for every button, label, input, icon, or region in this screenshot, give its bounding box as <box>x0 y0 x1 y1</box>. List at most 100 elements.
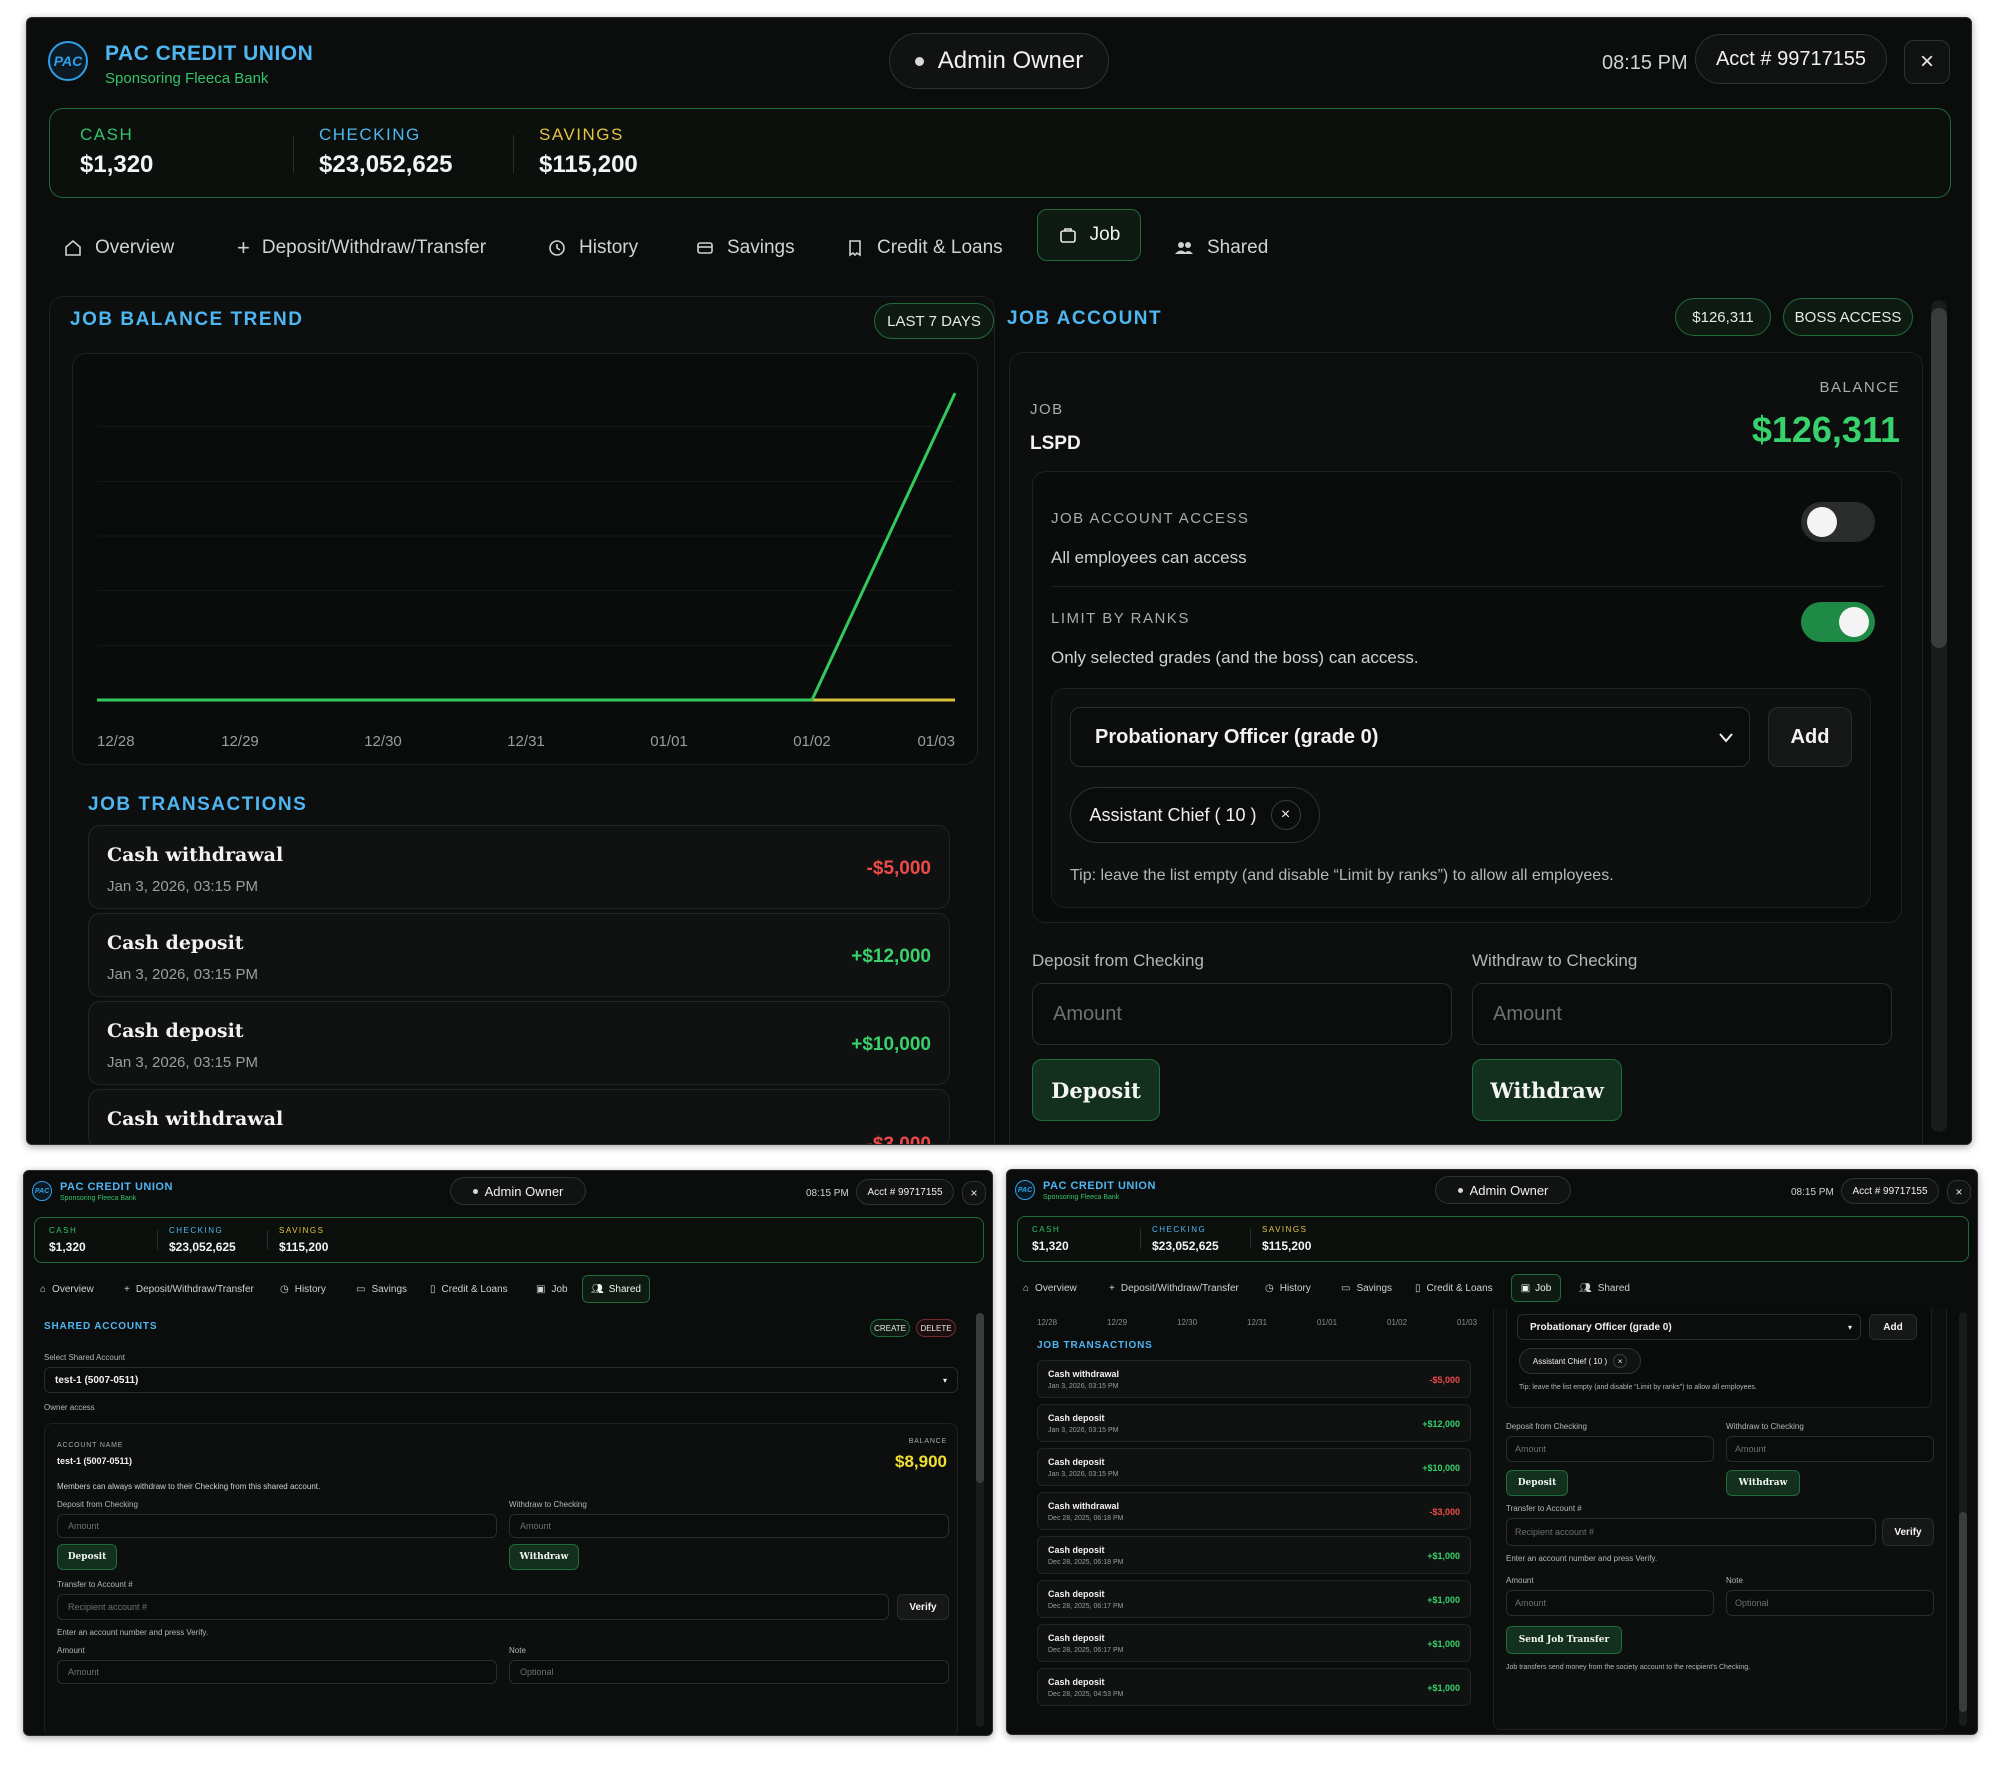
scrollbar-thumb[interactable] <box>976 1313 984 1483</box>
transaction-row[interactable]: Cash deposit Dec 28, 2025, 04:53 PM +$1,00… <box>1037 1668 1471 1706</box>
deposit-amount-input[interactable]: Amount <box>57 1514 497 1538</box>
recipient-input[interactable]: Recipient account # <box>1506 1518 1876 1546</box>
amount-input[interactable]: Amount <box>1506 1590 1714 1616</box>
tab-credit-loans[interactable]: ▯ Credit & Loans <box>1415 1278 1493 1298</box>
shared-account-select[interactable]: test-1 (5007-0511) ▾ <box>44 1367 958 1393</box>
transaction-row[interactable]: Cash withdrawal Dec 28, 2025, 06:18 PM -$3… <box>1037 1492 1471 1530</box>
scrollbar-thumb[interactable] <box>1931 308 1947 648</box>
tab-label: Deposit/Withdraw/Transfer <box>1120 1282 1239 1294</box>
tab-overview[interactable]: ⌂ Overview <box>1023 1278 1077 1298</box>
delete-button[interactable]: DELETE <box>916 1319 956 1337</box>
tab-credit-loans[interactable]: ▯ Credit & Loans <box>430 1279 508 1299</box>
transaction-date: Jan 3, 2026, 03:15 PM <box>107 966 258 983</box>
transaction-row[interactable]: Cash withdrawal -$3,000 <box>88 1089 950 1144</box>
transaction-title: Cash deposit <box>1048 1677 1105 1687</box>
add-grade-button[interactable]: Add <box>1869 1314 1917 1340</box>
mini-axis-tick: 12/28 <box>1037 1318 1058 1327</box>
tab-history[interactable]: ◷ History <box>1265 1278 1311 1298</box>
scrollbar[interactable] <box>1931 300 1947 1132</box>
transaction-row[interactable]: Cash deposit Jan 3, 2026, 03:15 PM +$12,00… <box>1037 1404 1471 1442</box>
tab-job[interactable]: Job <box>1037 209 1141 261</box>
withdraw-button[interactable]: Withdraw <box>1726 1470 1800 1496</box>
tab-overview[interactable]: ⌂ Overview <box>40 1279 94 1299</box>
job-access-toggle[interactable] <box>1801 502 1875 542</box>
deposit-button[interactable]: Deposit <box>1506 1470 1568 1496</box>
savings-icon <box>697 242 713 254</box>
close-button[interactable]: × <box>962 1181 986 1205</box>
remove-rank-icon[interactable]: × <box>1613 1354 1628 1368</box>
tab-job[interactable]: ▣ Job <box>536 1279 568 1299</box>
deposit-amount-input[interactable]: Amount <box>1506 1436 1714 1462</box>
range-chip[interactable]: LAST 7 DAYS <box>874 303 994 339</box>
rank-tag-label: Assistant Chief ( 10 ) <box>1089 804 1257 825</box>
tab-label: Job <box>1089 224 1121 245</box>
withdraw-button[interactable]: Withdraw <box>509 1544 579 1570</box>
tab-label: Shared <box>1597 1282 1630 1294</box>
add-grade-button[interactable]: Add <box>1768 707 1852 767</box>
withdraw-amount-input[interactable]: Amount <box>509 1514 949 1538</box>
divider <box>293 135 294 173</box>
user-pill[interactable]: Admin Owner <box>1435 1176 1571 1204</box>
home-icon: ⌂ <box>1023 1282 1030 1294</box>
close-button[interactable]: × <box>1947 1180 1971 1204</box>
tab-shared[interactable]: 👥︎ Shared <box>1579 1278 1630 1298</box>
close-button[interactable]: × <box>1904 40 1950 84</box>
transaction-row[interactable]: Cash deposit Jan 3, 2026, 03:15 PM +$10,00… <box>88 1001 950 1085</box>
verify-button[interactable]: Verify <box>1882 1518 1934 1546</box>
shared-balance: $8,900 <box>895 1452 947 1471</box>
tab-credit-loans[interactable]: Credit & Loans <box>845 222 1003 274</box>
deposit-amount-input[interactable]: Amount <box>1032 983 1452 1045</box>
remove-rank-icon[interactable]: × <box>1270 800 1301 830</box>
divider <box>1051 586 1883 587</box>
withdraw-button[interactable]: Withdraw <box>1472 1059 1622 1121</box>
create-button[interactable]: CREATE <box>870 1319 910 1337</box>
tab-deposit-withdraw-transfer[interactable]: + Deposit/Withdraw/Transfer <box>124 1279 254 1299</box>
scrollbar[interactable] <box>1959 1312 1967 1726</box>
recipient-input[interactable]: Recipient account # <box>57 1594 889 1620</box>
user-pill[interactable]: Admin Owner <box>450 1177 586 1205</box>
user-pill[interactable]: Admin Owner <box>889 33 1109 89</box>
transaction-row[interactable]: Cash withdrawal Jan 3, 2026, 03:15 PM -$5,… <box>1037 1360 1471 1398</box>
transaction-row[interactable]: Cash deposit Jan 3, 2026, 03:15 PM +$12,00… <box>88 913 950 997</box>
tab-deposit-withdraw-transfer[interactable]: + Deposit/Withdraw/Transfer <box>1109 1278 1239 1298</box>
tab-savings[interactable]: ▭ Savings <box>356 1279 407 1299</box>
amount-input[interactable]: Amount <box>57 1660 497 1684</box>
withdraw-amount-input[interactable]: Amount <box>1726 1436 1934 1462</box>
verify-button[interactable]: Verify <box>897 1594 949 1620</box>
limit-ranks-toggle[interactable] <box>1801 602 1875 642</box>
tab-savings[interactable]: ▭ Savings <box>1341 1278 1392 1298</box>
transaction-row[interactable]: Cash deposit Jan 3, 2026, 03:15 PM +$10,00… <box>1037 1448 1471 1486</box>
transaction-row[interactable]: Cash deposit Dec 28, 2025, 06:17 PM +$1,00… <box>1037 1624 1471 1662</box>
grade-select[interactable]: Probationary Officer (grade 0) <box>1070 707 1750 767</box>
tab-history[interactable]: History <box>547 222 638 274</box>
transaction-date: Dec 28, 2025, 06:18 PM <box>1048 1559 1124 1566</box>
tab-deposit-withdraw-transfer[interactable]: + Deposit/Withdraw/Transfer <box>237 222 486 274</box>
user-name: Admin Owner <box>937 47 1084 74</box>
x-tick-label: 12/31 <box>507 733 545 750</box>
deposit-button[interactable]: Deposit <box>57 1544 117 1570</box>
transaction-row[interactable]: Cash deposit Dec 28, 2025, 06:18 PM +$1,00… <box>1037 1536 1471 1574</box>
shared-account-card: ACCOUNT NAME test-1 (5007-0511) BALANCE … <box>44 1423 958 1735</box>
transaction-amount: +$1,000 <box>1427 1683 1460 1693</box>
cash-label: CASH <box>80 125 134 144</box>
note-input[interactable]: Optional <box>509 1660 949 1684</box>
withdraw-amount-input[interactable]: Amount <box>1472 983 1892 1045</box>
tab-overview[interactable]: Overview <box>63 222 174 274</box>
send-job-transfer-button[interactable]: Send Job Transfer <box>1506 1626 1622 1654</box>
tab-history[interactable]: ◷ History <box>280 1279 326 1299</box>
tab-job[interactable]: ▣ Job <box>1511 1274 1561 1302</box>
deposit-button[interactable]: Deposit <box>1032 1059 1160 1121</box>
scrollbar[interactable] <box>976 1313 984 1727</box>
transaction-row[interactable]: Cash withdrawal Jan 3, 2026, 03:15 PM -$5,… <box>88 825 950 909</box>
tab-label: Savings <box>371 1283 408 1295</box>
tab-shared[interactable]: 👥︎ Shared <box>582 1275 650 1303</box>
savings-icon: ▭ <box>356 1283 366 1295</box>
scrollbar-thumb[interactable] <box>1959 1512 1967 1712</box>
clock: 08:15 PM <box>806 1188 849 1199</box>
grade-select[interactable]: Probationary Officer (grade 0) ▾ <box>1517 1314 1861 1340</box>
transaction-row[interactable]: Cash deposit Dec 28, 2025, 06:17 PM +$1,00… <box>1037 1580 1471 1618</box>
note-input[interactable]: Optional <box>1726 1590 1934 1616</box>
tab-savings[interactable]: Savings <box>695 222 795 274</box>
tab-label: History <box>1279 1282 1311 1294</box>
tab-shared[interactable]: Shared <box>1173 222 1268 274</box>
